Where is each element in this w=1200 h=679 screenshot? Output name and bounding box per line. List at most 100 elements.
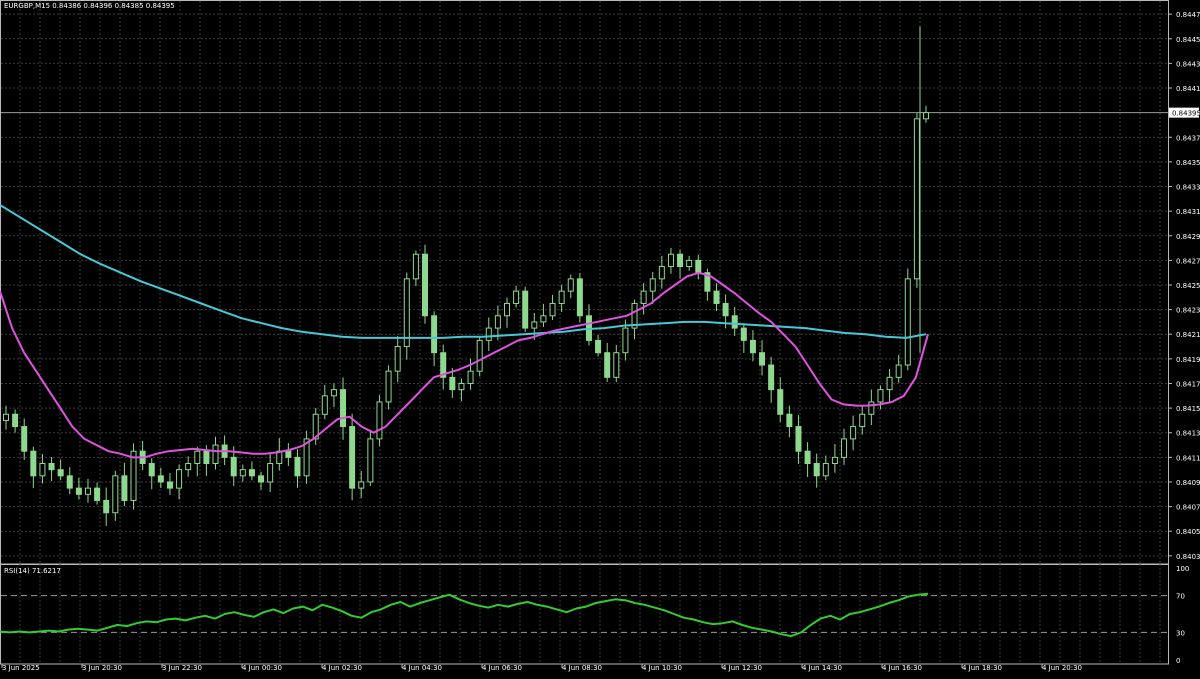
candle-body: [558, 290, 565, 304]
rsi-label: RSI(14) 71.6217: [4, 567, 61, 575]
candle-body: [66, 475, 73, 489]
rsi-line: [0, 592, 929, 638]
candle-body: [677, 253, 684, 268]
price-label: 0.84455: [1176, 36, 1200, 44]
rsi-panel-border: [0, 563, 1169, 665]
price-label: 0.84315: [1176, 208, 1200, 216]
time-axis: 3 Jun 2025 3 Jun 20:30 3 Jun 22:30 4 Jun 00…: [1, 664, 1082, 672]
candle-body: [877, 389, 884, 403]
time-label: 4 Jun 04:30: [402, 664, 442, 672]
price-label: 0.84435: [1176, 60, 1200, 68]
price-label: 0.84055: [1176, 528, 1200, 536]
time-label: 4 Jun 00:30: [242, 664, 282, 672]
price-label: 0.84475: [1176, 11, 1200, 19]
rsi-grid: [0, 563, 1169, 665]
candle-body: [622, 327, 629, 354]
candle-body: [21, 426, 28, 452]
candle-body: [740, 327, 747, 341]
price-label: 0.84275: [1176, 257, 1200, 265]
candle-body: [458, 382, 465, 391]
price-label: 0.84235: [1176, 307, 1200, 315]
candle-body: [895, 364, 902, 378]
candle-body: [385, 370, 392, 403]
candle-body: [285, 450, 292, 458]
candle-body: [57, 469, 64, 477]
candle-body: [212, 444, 219, 465]
candle-body: [759, 352, 766, 366]
candle-body: [522, 290, 529, 329]
candle-body: [75, 487, 82, 495]
candle-body: [768, 364, 775, 391]
candle-body: [239, 469, 246, 477]
ma-slow-line: [0, 204, 927, 339]
time-label: 4 Jun 12:30: [722, 664, 762, 672]
candle-body: [868, 401, 875, 415]
rsi-axis-label: 70: [1176, 593, 1185, 601]
main-panel-border: [0, 0, 1169, 565]
candle-body: [376, 401, 383, 440]
candle-body: [686, 259, 693, 268]
chart-canvas[interactable]: 0.84475 0.84455 0.84435 0.84415 0.84395 0.843…: [0, 0, 1200, 675]
candle-body: [795, 426, 802, 452]
candle-body: [84, 487, 91, 495]
candle-body: [230, 456, 237, 477]
candle-body: [749, 339, 756, 354]
candle-body: [467, 370, 474, 384]
candle-body: [713, 290, 720, 304]
candle-body: [148, 463, 155, 477]
candle-body: [649, 278, 656, 292]
candle-body: [859, 413, 866, 428]
price-label: 0.84255: [1176, 282, 1200, 290]
candle-body: [358, 481, 365, 489]
candle-body: [658, 266, 665, 280]
time-label: 4 Jun 20:30: [1042, 664, 1082, 672]
candles-layer: [3, 26, 929, 527]
time-label: 4 Jun 02:30: [322, 664, 362, 672]
candle-body: [813, 463, 820, 477]
candle-body: [567, 278, 574, 292]
price-label: 0.84095: [1176, 479, 1200, 487]
candle-body: [294, 456, 301, 477]
candle-body: [923, 112, 929, 120]
price-label: 0.84115: [1176, 454, 1200, 462]
current-price-label: 0.84395: [1172, 110, 1200, 118]
candle-body: [786, 413, 793, 428]
price-label: 0.84355: [1176, 159, 1200, 167]
candle-body: [485, 327, 492, 341]
candle-body: [850, 426, 857, 440]
candle-body: [340, 389, 347, 428]
rsi-axis-label: 100: [1176, 565, 1189, 573]
price-label: 0.84215: [1176, 331, 1200, 339]
candle-body: [112, 475, 119, 514]
price-label: 0.84135: [1176, 430, 1200, 438]
candle-body: [422, 253, 429, 317]
price-axis: 0.84475 0.84455 0.84435 0.84415 0.84395 0.843…: [1168, 11, 1200, 665]
candle-body: [667, 253, 674, 268]
rsi-layer: [0, 592, 929, 638]
candle-body: [248, 469, 255, 477]
time-label: 3 Jun 20:30: [82, 664, 122, 672]
price-label: 0.84415: [1176, 85, 1200, 93]
candle-body: [841, 438, 848, 458]
trading-chart[interactable]: 0.84475 0.84455 0.84435 0.84415 0.84395 0.843…: [0, 0, 1200, 675]
candle-body: [904, 278, 911, 366]
rsi-axis-label: 0: [1176, 657, 1180, 665]
time-label: 4 Jun 16:30: [882, 664, 922, 672]
candle-body: [12, 413, 19, 428]
main-grid: [0, 0, 1169, 565]
candle-body: [449, 376, 456, 391]
candle-body: [604, 352, 611, 378]
price-label: 0.84195: [1176, 356, 1200, 364]
price-label: 0.84035: [1176, 553, 1200, 561]
candle-body: [886, 376, 893, 391]
candle-body: [121, 475, 128, 501]
candle-body: [48, 463, 55, 471]
price-label: 0.84375: [1176, 134, 1200, 142]
candle-body: [613, 352, 620, 378]
price-label: 0.84075: [1176, 504, 1200, 512]
candle-body: [94, 487, 101, 501]
candle-body: [640, 290, 647, 304]
candle-body: [203, 450, 210, 465]
candle-body: [476, 339, 483, 372]
candle-body: [412, 253, 419, 280]
